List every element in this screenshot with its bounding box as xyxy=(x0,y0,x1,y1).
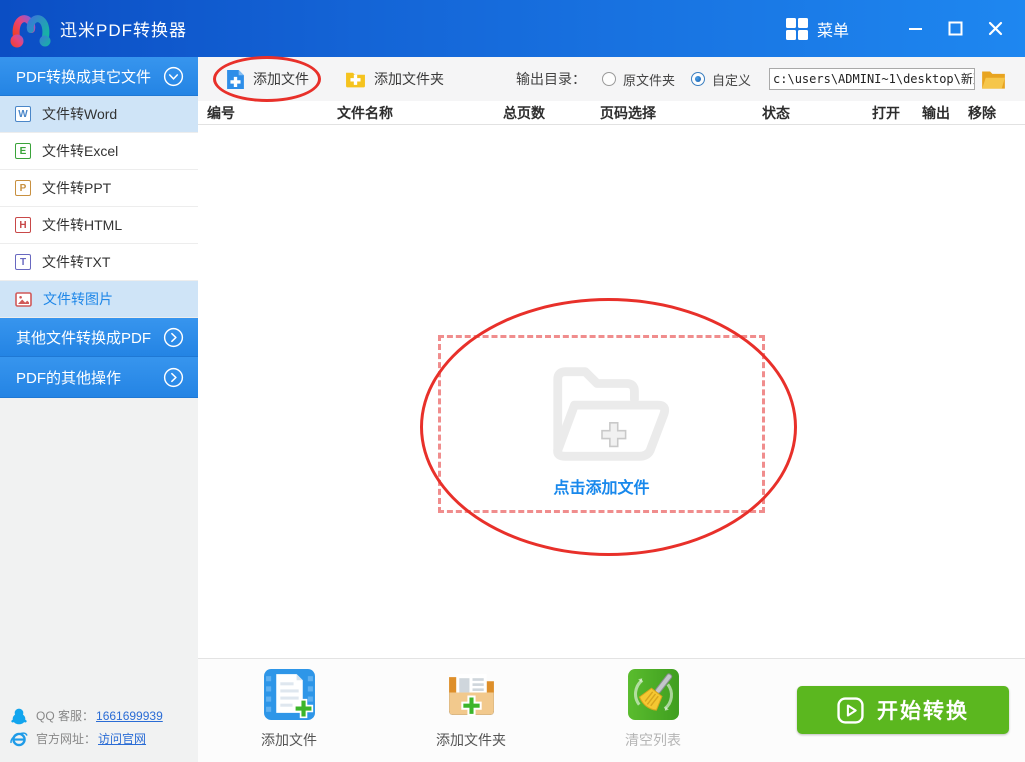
qq-service-label: QQ 客服： xyxy=(36,709,95,723)
open-folder-watermark-icon xyxy=(552,367,669,461)
ie-browser-icon xyxy=(10,731,28,746)
toolbar: 添加文件 添加文件夹 输出目录： 原文件夹 自定义 c:\users\ADMIN… xyxy=(198,56,1025,102)
column-header-pages: 总页数 xyxy=(503,105,545,121)
app-logo-icon xyxy=(10,14,51,47)
footer-add-folder-button[interactable]: 添加文件夹 xyxy=(419,668,523,750)
html-file-icon: H xyxy=(15,217,31,233)
window-controls xyxy=(895,9,1015,49)
titlebar: 迅米PDF转换器 菜单 xyxy=(0,0,1025,57)
sidebar-item-label: 文件转TXT xyxy=(42,254,111,270)
output-directory-group: 输出目录： 原文件夹 自定义 c:\users\ADMINI~1\desktop… xyxy=(516,57,1006,101)
browse-folder-button[interactable] xyxy=(981,69,1006,90)
official-site-link[interactable]: 访问官网 xyxy=(98,730,146,747)
app-window: 迅米PDF转换器 菜单 PDF转换成其它文件 W 文件转Word E 文件转Ex… xyxy=(0,0,1025,762)
output-path-input[interactable]: c:\users\ADMINI~1\desktop\新建文 xyxy=(769,68,976,90)
footer-add-file-button[interactable]: 添加文件 xyxy=(237,668,341,750)
sidebar-item-label: 文件转图片 xyxy=(43,291,113,307)
column-header-filename: 文件名称 xyxy=(337,105,393,121)
bottom-action-bar: 添加文件 添加文件夹 清空列表 开始转换 xyxy=(198,658,1025,762)
sidebar-section-other-to-pdf[interactable]: 其他文件转换成PDF xyxy=(0,318,198,357)
column-header-output: 输出 xyxy=(922,105,950,121)
clear-list-broom-icon xyxy=(627,669,679,720)
add-file-button[interactable]: 添加文件 xyxy=(226,69,309,90)
radio-original-folder[interactable] xyxy=(602,72,616,86)
app-title: 迅米PDF转换器 xyxy=(60,21,187,40)
sidebar-item-label: 文件转PPT xyxy=(42,180,112,196)
qq-number-link[interactable]: 1661699939 xyxy=(96,709,163,723)
add-file-label: 添加文件 xyxy=(253,71,309,87)
sidebar: PDF转换成其它文件 W 文件转Word E 文件转Excel P 文件转PPT… xyxy=(0,57,198,762)
sidebar-item-ppt[interactable]: P 文件转PPT xyxy=(0,170,198,207)
column-header-remove: 移除 xyxy=(968,105,996,121)
minimize-icon xyxy=(908,28,922,30)
radio-original-folder-label[interactable]: 原文件夹 xyxy=(623,70,675,89)
image-file-icon xyxy=(15,291,32,307)
sidebar-section-label: 其他文件转换成PDF xyxy=(16,329,152,347)
main-panel: 添加文件 添加文件夹 输出目录： 原文件夹 自定义 c:\users\ADMIN… xyxy=(198,56,1025,762)
radio-custom-folder-label[interactable]: 自定义 xyxy=(712,70,751,89)
chevron-right-circle-icon xyxy=(163,367,184,387)
menu-button[interactable]: 菜单 xyxy=(785,17,849,41)
add-file-icon xyxy=(227,69,244,89)
column-header-pagerange: 页码选择 xyxy=(600,105,656,121)
official-site-label: 官方网址： xyxy=(36,732,97,746)
add-file-big-icon xyxy=(263,669,315,720)
menu-label: 菜单 xyxy=(816,22,849,40)
footer-add-folder-label: 添加文件夹 xyxy=(436,732,506,748)
sidebar-item-txt[interactable]: T 文件转TXT xyxy=(0,244,198,281)
file-list-area: 点击添加文件 xyxy=(198,125,1025,658)
footer-clear-list-label: 清空列表 xyxy=(625,732,681,748)
sidebar-item-html[interactable]: H 文件转HTML xyxy=(0,207,198,244)
output-directory-label: 输出目录： xyxy=(516,71,586,87)
sidebar-section-label: PDF的其他操作 xyxy=(16,369,122,387)
sidebar-item-label: 文件转Excel xyxy=(42,143,119,159)
dropzone-add-files[interactable]: 点击添加文件 xyxy=(438,335,765,513)
add-folder-button[interactable]: 添加文件夹 xyxy=(345,69,444,89)
column-header-number: 编号 xyxy=(207,105,235,121)
sidebar-section-pdf-to-other[interactable]: PDF转换成其它文件 xyxy=(0,57,198,96)
footer-add-file-label: 添加文件 xyxy=(261,732,317,748)
add-folder-big-icon xyxy=(448,674,494,716)
sidebar-item-label: 文件转Word xyxy=(42,106,118,122)
sidebar-item-word[interactable]: W 文件转Word xyxy=(0,96,198,133)
start-convert-label: 开始转换 xyxy=(877,700,969,723)
support-info: QQ 客服： 1661699939 官方网址： 访问官网 xyxy=(10,704,163,750)
excel-file-icon: E xyxy=(15,143,31,159)
close-button[interactable] xyxy=(975,9,1015,49)
txt-file-icon: T xyxy=(15,254,31,270)
start-convert-button[interactable]: 开始转换 xyxy=(797,686,1009,734)
sidebar-item-label: 文件转HTML xyxy=(42,217,123,233)
minimize-button[interactable] xyxy=(895,9,935,49)
play-icon xyxy=(837,696,864,724)
radio-custom-folder[interactable] xyxy=(691,72,706,86)
sidebar-item-excel[interactable]: E 文件转Excel xyxy=(0,133,198,170)
word-file-icon: W xyxy=(15,106,31,122)
add-folder-icon xyxy=(346,72,365,88)
file-table-header: 编号 文件名称 总页数 页码选择 状态 打开 输出 移除 xyxy=(198,101,1025,125)
footer-clear-list-button[interactable]: 清空列表 xyxy=(601,668,705,750)
maximize-button[interactable] xyxy=(935,9,975,49)
chevron-down-circle-icon xyxy=(163,66,184,86)
chevron-right-circle-icon xyxy=(163,327,184,347)
sidebar-section-pdf-other-ops[interactable]: PDF的其他操作 xyxy=(0,357,198,398)
qq-icon xyxy=(11,708,27,724)
dropzone-hint-label: 点击添加文件 xyxy=(553,480,650,497)
sidebar-item-image[interactable]: 文件转图片 xyxy=(0,281,198,318)
add-folder-label: 添加文件夹 xyxy=(374,71,444,87)
maximize-icon xyxy=(948,21,962,36)
column-header-open: 打开 xyxy=(872,105,900,121)
close-icon xyxy=(988,21,1002,36)
ppt-file-icon: P xyxy=(15,180,31,196)
column-header-status: 状态 xyxy=(762,105,790,121)
menu-grid-icon xyxy=(785,17,808,40)
sidebar-section-label: PDF转换成其它文件 xyxy=(16,68,152,86)
